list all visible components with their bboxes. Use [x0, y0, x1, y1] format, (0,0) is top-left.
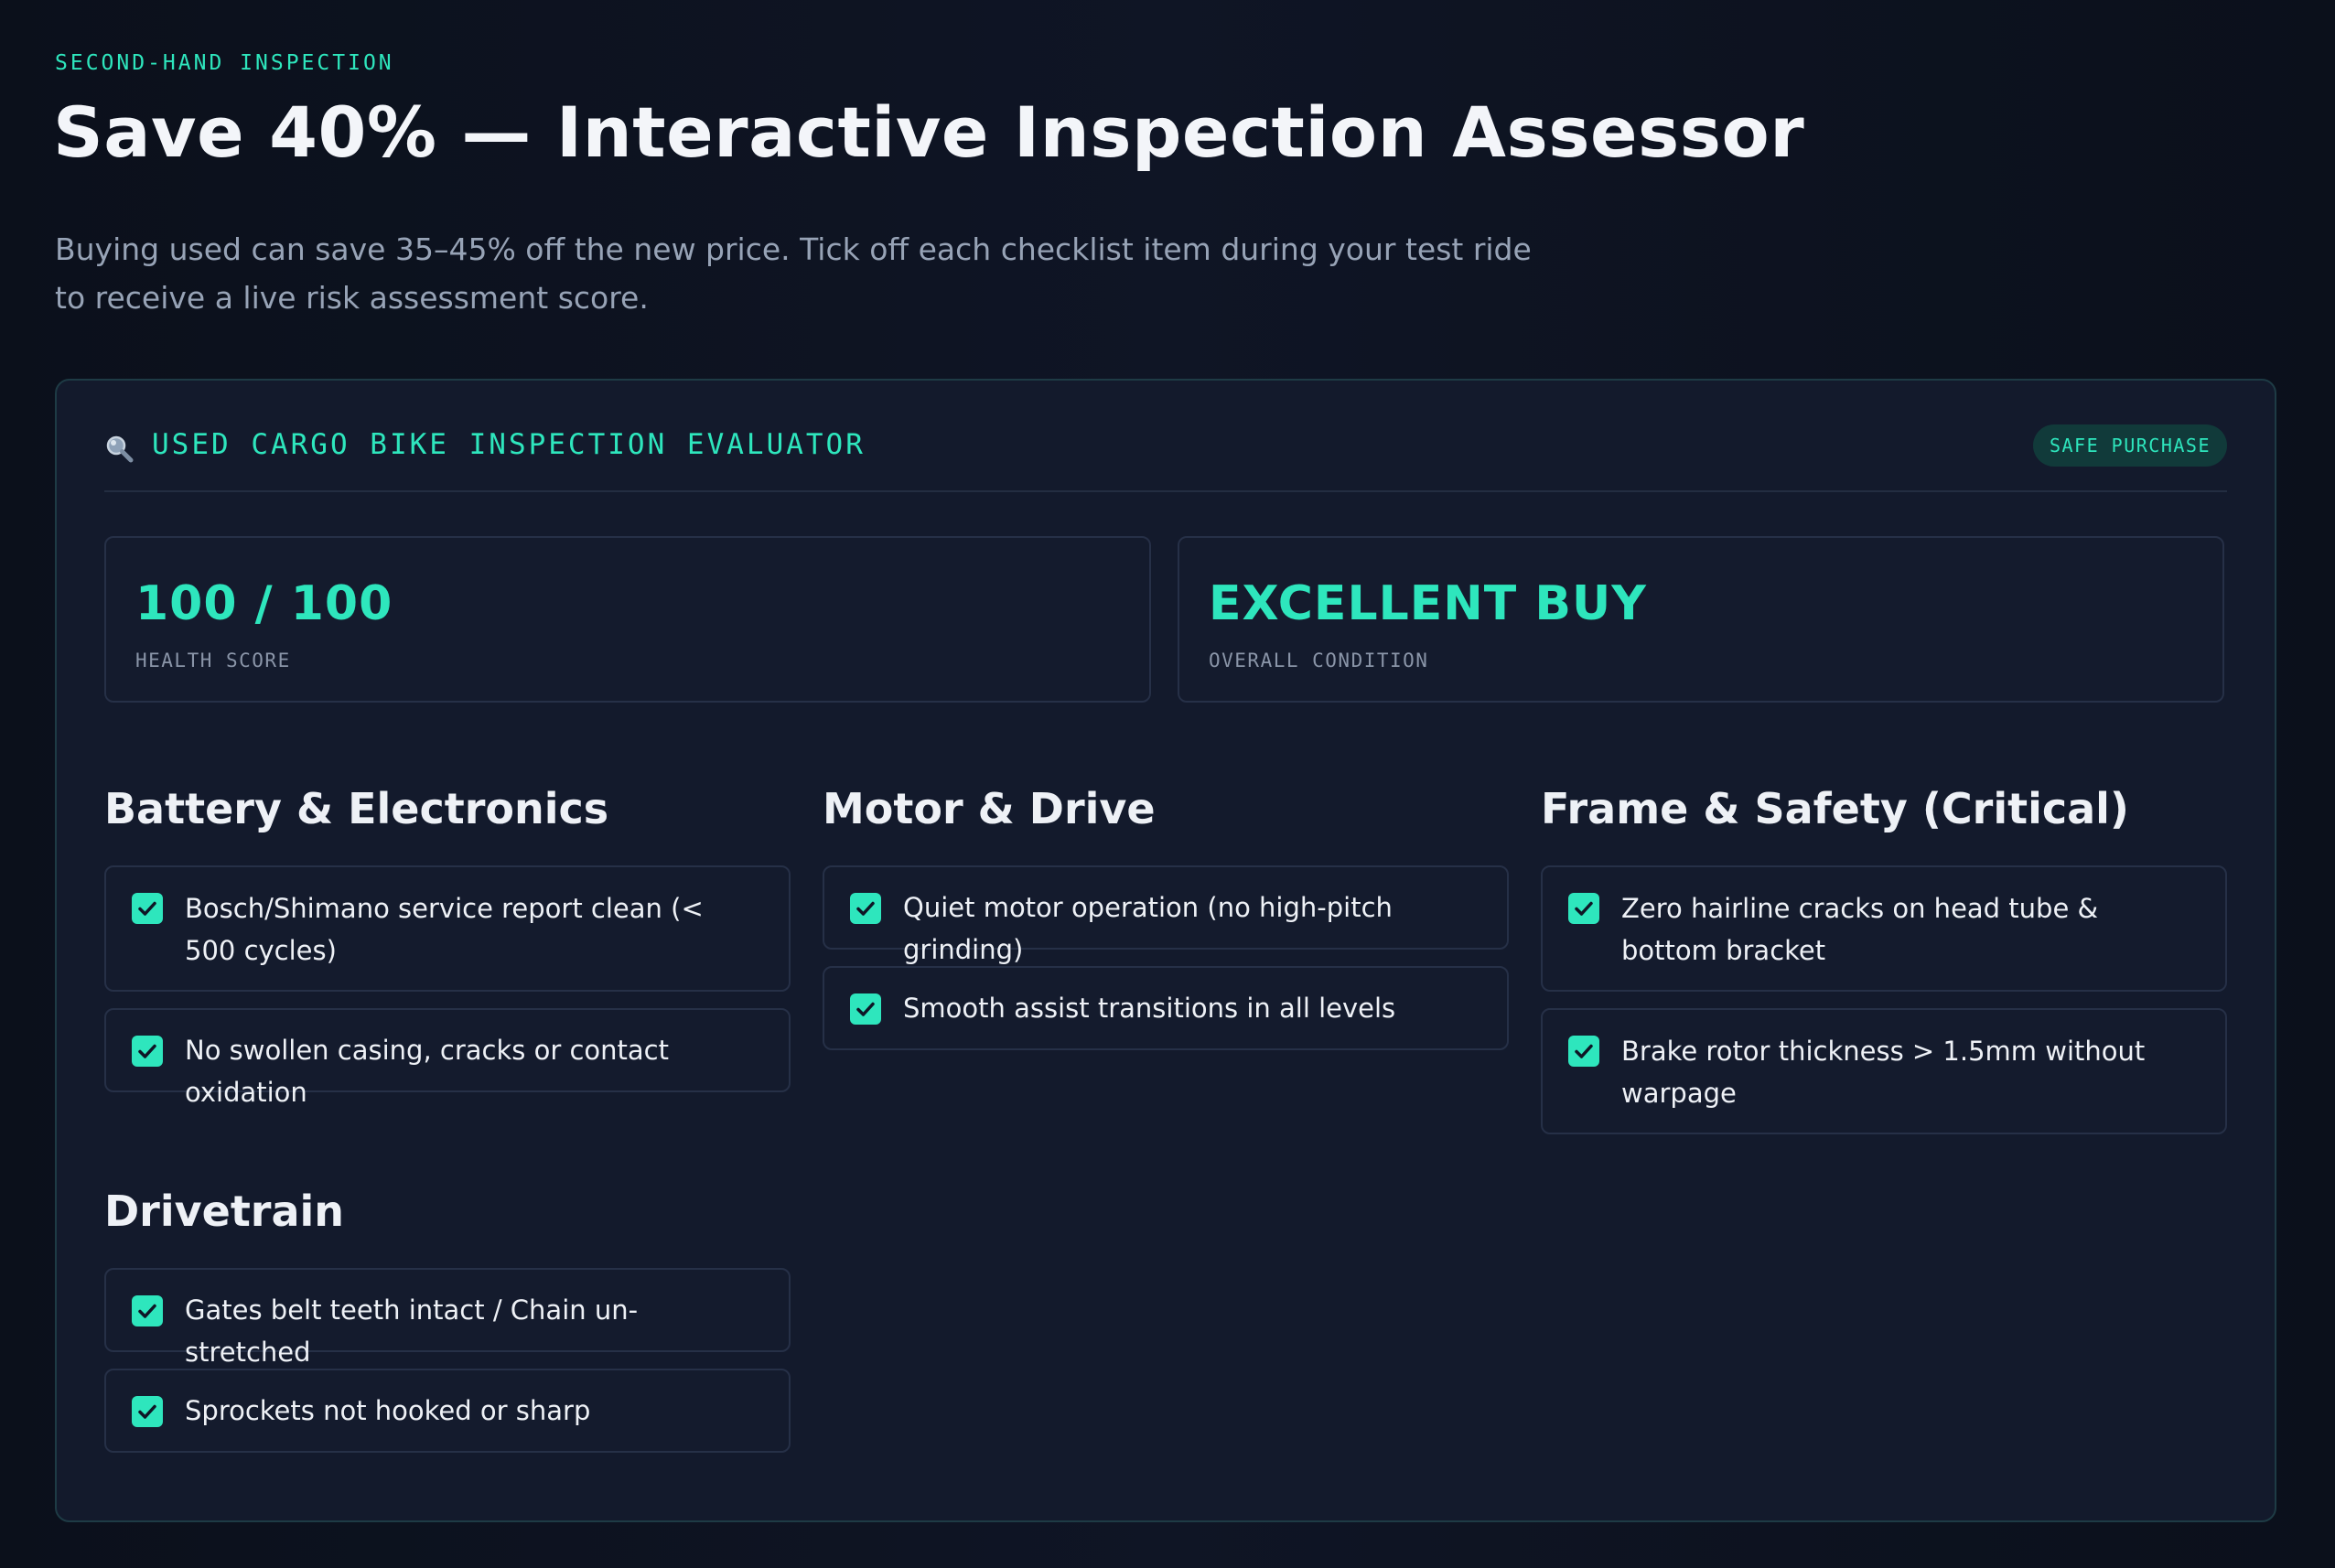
section-title: Motor & Drive: [823, 784, 1156, 833]
checklist-item-label: Zero hairline cracks on head tube & bott…: [1621, 893, 2099, 966]
checklist-item[interactable]: Quiet motor operation (no high-pitch gri…: [823, 865, 1509, 965]
checklist-item[interactable]: Zero hairline cracks on head tube & bott…: [1541, 865, 2227, 992]
eyebrow-label: SECOND-HAND INSPECTION: [55, 51, 394, 75]
checklist-item-label: Bosch/Shimano service report clean (< 50…: [185, 893, 704, 966]
section-motor-drive: Motor & Drive Quiet motor operation (no …: [823, 781, 1509, 1067]
checklist: Quiet motor operation (no high-pitch gri…: [823, 865, 1509, 1050]
checkbox-checked-icon[interactable]: [132, 1036, 163, 1067]
evaluator-header: USED CARGO BIKE INSPECTION EVALUATOR SAF…: [104, 424, 2227, 492]
section-battery-electronics: Battery & Electronics Bosch/Shimano serv…: [104, 781, 791, 1109]
status-badge: SAFE PURCHASE: [2032, 424, 2227, 467]
evaluator-title: USED CARGO BIKE INSPECTION EVALUATOR: [152, 428, 866, 461]
section-title: Drivetrain: [104, 1187, 345, 1236]
checklist-item-label: Sprockets not hooked or sharp: [185, 1395, 591, 1426]
overall-condition-value: EXCELLENT BUY: [1209, 576, 1647, 631]
checklist-item[interactable]: Smooth assist transitions in all levels: [823, 966, 1509, 1050]
page-title: Save 40% — Interactive Inspection Assess…: [53, 91, 1805, 173]
checkbox-checked-icon[interactable]: [1568, 893, 1599, 924]
checkbox-checked-icon[interactable]: [850, 893, 881, 924]
checklist-item-label: No swollen casing, cracks or contact oxi…: [185, 1035, 669, 1108]
page: SECOND-HAND INSPECTION Save 40% — Intera…: [0, 0, 2335, 1568]
checklist-item[interactable]: Brake rotor thickness > 1.5mm without wa…: [1541, 1008, 2227, 1134]
health-score-value: 100 / 100: [135, 576, 393, 631]
section-title: Frame & Safety (Critical): [1541, 784, 2129, 833]
section-title: Battery & Electronics: [104, 784, 609, 833]
health-score-label: HEALTH SCORE: [135, 650, 291, 671]
inspection-evaluator-card: USED CARGO BIKE INSPECTION EVALUATOR SAF…: [55, 379, 2276, 1522]
checklist-item[interactable]: Bosch/Shimano service report clean (< 50…: [104, 865, 791, 992]
checklist-item-label: Gates belt teeth intact / Chain un-stret…: [185, 1294, 639, 1368]
page-subtitle: Buying used can save 35–45% off the new …: [55, 231, 1532, 316]
checklist: Zero hairline cracks on head tube & bott…: [1541, 865, 2227, 1134]
health-score-panel: 100 / 100 HEALTH SCORE: [104, 536, 1151, 703]
checklist: Bosch/Shimano service report clean (< 50…: [104, 865, 791, 1108]
checklist-item-label: Smooth assist transitions in all levels: [903, 993, 1396, 1024]
overall-condition-label: OVERALL CONDITION: [1209, 650, 1429, 671]
checklist-item[interactable]: Sprockets not hooked or sharp: [104, 1369, 791, 1453]
checkbox-checked-icon[interactable]: [132, 1295, 163, 1326]
checklist-item[interactable]: Gates belt teeth intact / Chain un-stret…: [104, 1268, 791, 1368]
checklist-item[interactable]: No swollen casing, cracks or contact oxi…: [104, 1008, 791, 1108]
checklist-item-label: Quiet motor operation (no high-pitch gri…: [903, 892, 1393, 965]
checkbox-checked-icon[interactable]: [132, 893, 163, 924]
section-frame-safety: Frame & Safety (Critical) Zero hairline …: [1541, 781, 2227, 1151]
overall-condition-panel: EXCELLENT BUY OVERALL CONDITION: [1178, 536, 2224, 703]
checkbox-checked-icon[interactable]: [1568, 1036, 1599, 1067]
section-drivetrain: Drivetrain Gates belt teeth intact / Cha…: [104, 1184, 791, 1469]
checklist-item-label: Brake rotor thickness > 1.5mm without wa…: [1621, 1036, 2146, 1109]
checkbox-checked-icon[interactable]: [132, 1396, 163, 1427]
magnifier-icon: [104, 434, 134, 463]
checklist: Gates belt teeth intact / Chain un-stret…: [104, 1268, 791, 1453]
checkbox-checked-icon[interactable]: [850, 993, 881, 1025]
